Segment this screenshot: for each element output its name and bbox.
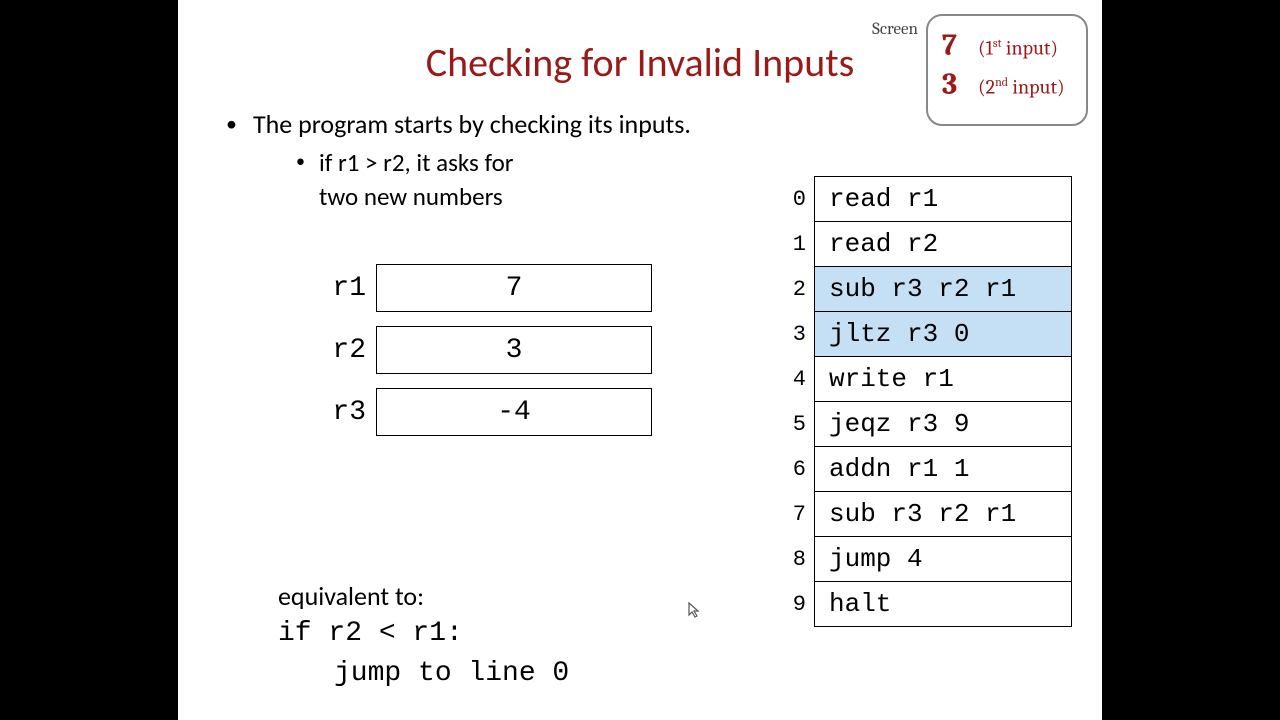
code-index: 4 [792,357,815,402]
code-instruction: read r1 [815,177,1072,222]
code-row: 4write r1 [792,357,1072,402]
register-value: -4 [376,388,652,436]
equivalent-block: equivalent to: if r2 < r1: jump to line … [278,580,569,694]
code-row: 2sub r3 r2 r1 [792,267,1072,312]
screen-label: Screen [872,20,918,39]
code-instruction: read r2 [815,222,1072,267]
slide: Checking for Invalid Inputs • The progra… [178,0,1102,720]
bullet-2: • if r1 > r2, it asks for two new number… [296,146,691,214]
bullet-1: • The program starts by checking its inp… [226,108,691,140]
bullet-list: • The program starts by checking its inp… [226,108,691,214]
code-row: 0read r1 [792,177,1072,222]
register-value: 3 [376,326,652,374]
code-row: 9halt [792,582,1072,627]
code-index: 3 [792,312,815,357]
code-index: 1 [792,222,815,267]
bullet-dot-icon: • [296,146,305,176]
code-index: 6 [792,447,815,492]
register-value: 7 [376,264,652,312]
code-row: 7sub r3 r2 r1 [792,492,1072,537]
code-index: 0 [792,177,815,222]
bullet-2-text: if r1 > r2, it asks for two new numbers [319,146,514,214]
code-row: 1read r2 [792,222,1072,267]
bullet-1-text: The program starts by checking its input… [253,108,691,140]
code-instruction: write r1 [815,357,1072,402]
code-index: 5 [792,402,815,447]
code-row: 5jeqz r3 9 [792,402,1072,447]
register-row: r2 3 [316,326,652,374]
code-instruction: sub r3 r2 r1 [815,492,1072,537]
screen-input-label: (1st input) [978,36,1058,60]
screen-row: 7(1st input) [942,28,1074,63]
screen-input-label: (2nd input) [978,75,1065,99]
code-index: 8 [792,537,815,582]
register-name: r1 [316,273,366,304]
code-row: 6addn r1 1 [792,447,1072,492]
register-name: r2 [316,335,366,366]
code-index: 7 [792,492,815,537]
code-instruction: jltz r3 0 [815,312,1072,357]
equiv-code-2: jump to line 0 [334,654,569,694]
screen-box: 7(1st input)3(2nd input) [926,14,1088,126]
screen-value: 7 [942,28,978,63]
code-table: 0read r11read r22sub r3 r2 r13jltz r3 04… [792,176,1072,627]
register-row: r3 -4 [316,388,652,436]
code-instruction: addn r1 1 [815,447,1072,492]
equiv-label: equivalent to: [278,580,569,612]
code-instruction: sub r3 r2 r1 [815,267,1072,312]
cursor-icon [684,600,704,625]
code-instruction: jump 4 [815,537,1072,582]
register-row: r1 7 [316,264,652,312]
screen-row: 3(2nd input) [942,67,1074,102]
register-table: r1 7 r2 3 r3 -4 [316,264,652,450]
code-index: 9 [792,582,815,627]
code-instruction: halt [815,582,1072,627]
bullet-dot-icon: • [226,108,237,140]
screen-value: 3 [942,67,978,102]
code-instruction: jeqz r3 9 [815,402,1072,447]
code-index: 2 [792,267,815,312]
equiv-code-1: if r2 < r1: [278,614,569,654]
code-row: 3jltz r3 0 [792,312,1072,357]
code-row: 8jump 4 [792,537,1072,582]
register-name: r3 [316,397,366,428]
